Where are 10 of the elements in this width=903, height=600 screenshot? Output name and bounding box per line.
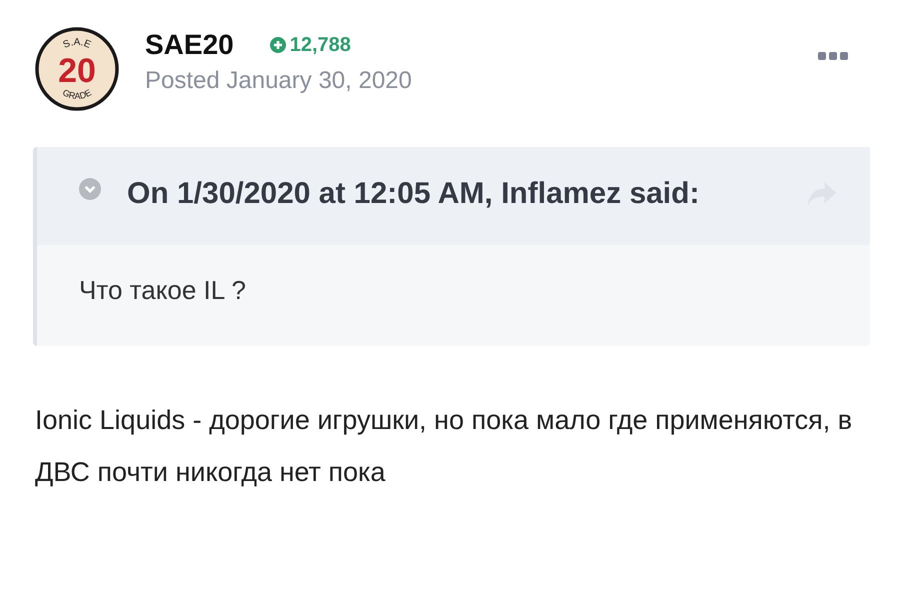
chevron-down-icon[interactable] xyxy=(79,178,101,200)
reputation-count: 12,788 xyxy=(290,34,351,56)
quote-text: Что такое IL ? xyxy=(79,275,246,305)
post-date: Posted January 30, 2020 xyxy=(145,67,412,95)
post-body: Ionic Liquids - дорогие игрушки, но пока мало где применяются, в ДВС почти никогда нет пока xyxy=(35,404,854,489)
more-options-button[interactable] xyxy=(816,49,850,63)
quote-citation: On 1/30/2020 at 12:05 AM, Inflamez said: xyxy=(127,176,700,212)
author-name[interactable]: SAE20 xyxy=(145,29,234,61)
avatar-badge[interactable]: S.A.E 20 GRADE xyxy=(35,27,119,111)
plus-circle-icon xyxy=(270,37,286,53)
